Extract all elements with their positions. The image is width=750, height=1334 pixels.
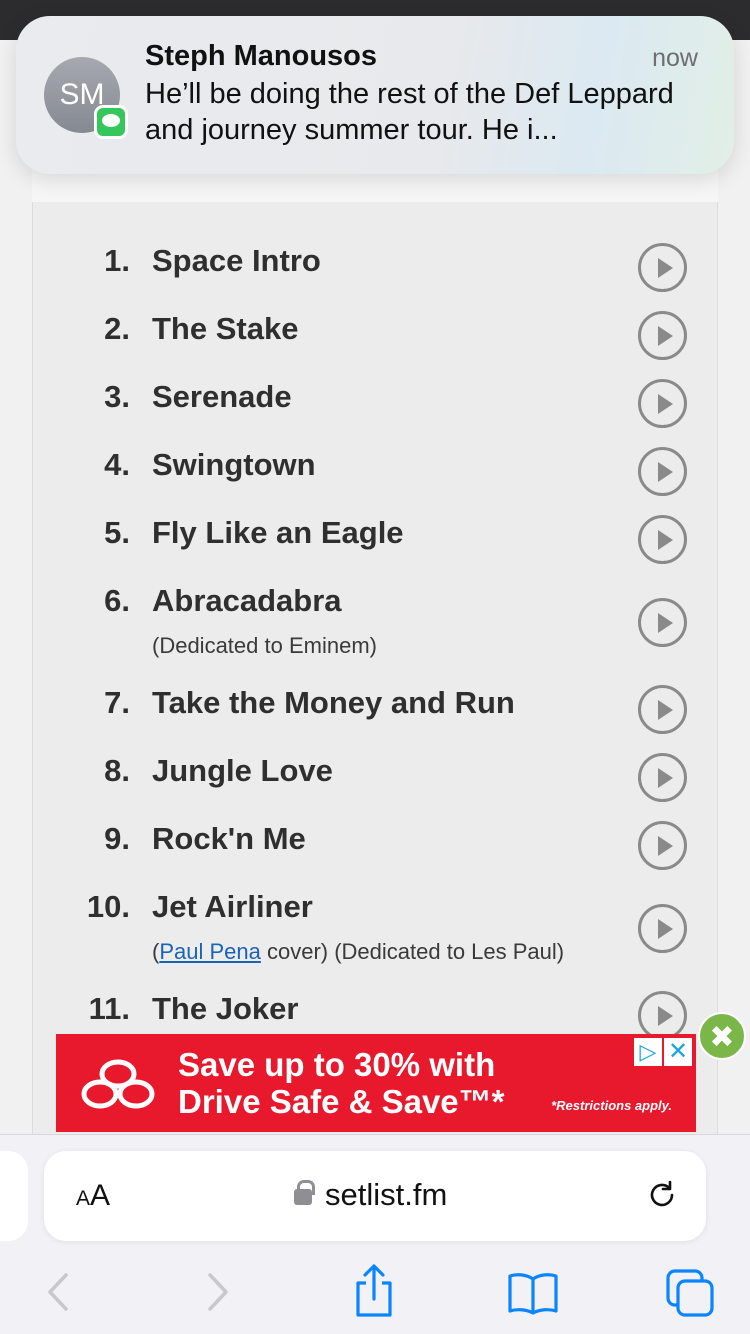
song-title[interactable]: Abracadabra [152,583,342,619]
ad-headline: Save up to 30% with Drive Safe & Save™* [178,1046,505,1120]
song-title[interactable]: The Joker [152,991,298,1027]
ad-line-2: Drive Safe & Save™* [178,1083,505,1120]
song-number: 5. [104,515,130,550]
song-row: 5. Fly Like an Eagle [0,515,750,575]
play-button[interactable] [638,904,687,953]
bookmarks-icon[interactable] [506,1271,560,1315]
messages-app-icon [94,105,128,139]
play-button[interactable] [638,991,687,1040]
ad-line-1: Save up to 30% with [178,1046,496,1083]
song-row: 7. Take the Money and Run [0,685,750,745]
play-button[interactable] [638,447,687,496]
song-title[interactable]: Take the Money and Run [152,685,515,721]
play-button[interactable] [638,685,687,734]
song-row: 3. Serenade [0,379,750,439]
play-button[interactable] [638,515,687,564]
song-row: 9. Rock'n Me [0,821,750,881]
reload-icon[interactable] [646,1179,678,1211]
song-row: 10. Jet Airliner (Paul Pena cover) (Dedi… [0,889,750,969]
song-number: 8. [104,753,130,788]
state-farm-logo [81,1059,155,1109]
play-button[interactable] [638,243,687,292]
ad-banner[interactable]: Save up to 30% with Drive Safe & Save™* … [56,1034,696,1132]
address-bar[interactable]: AA setlist.fm [44,1151,706,1241]
lock-icon [294,1180,315,1205]
song-row: 2. The Stake [0,311,750,371]
ad-report-icon[interactable]: ✕ [664,1038,692,1066]
song-number: 9. [104,821,130,856]
share-icon[interactable] [352,1263,396,1319]
song-title[interactable]: Rock'n Me [152,821,306,857]
notification-body: He’ll be doing the rest of the Def Leppa… [145,78,674,146]
ad-disclaimer: *Restrictions apply. [551,1098,672,1113]
text-size-small-a: A [76,1187,91,1210]
song-row: 8. Jungle Love [0,753,750,813]
play-button[interactable] [638,379,687,428]
url-text[interactable]: setlist.fm [325,1177,447,1213]
song-number: 1. [104,243,130,278]
song-number: 4. [104,447,130,482]
ad-close-button[interactable]: ✖ [698,1012,746,1060]
song-number: 2. [104,311,130,346]
song-number: 3. [104,379,130,414]
song-number: 11. [88,991,130,1026]
tabs-icon[interactable] [664,1267,716,1319]
song-note: (Dedicated to Eminem) [152,633,377,658]
text-size-large-a: A [90,1179,111,1212]
song-title[interactable]: Swingtown [152,447,316,483]
previous-tab-preview[interactable] [0,1151,28,1241]
notification-time: now [652,44,698,72]
song-note: (Paul Pena cover) (Dedicated to Les Paul… [152,939,564,965]
song-title[interactable]: Serenade [152,379,292,415]
message-notification[interactable]: SM Steph Manousos now He’ll be doing the… [16,16,734,174]
song-number: 10. [86,889,130,924]
song-row: 4. Swingtown [0,447,750,507]
original-artist-link[interactable]: Paul Pena [159,939,261,964]
song-title[interactable]: Jungle Love [152,753,333,789]
song-title[interactable]: Jet Airliner [152,889,313,925]
song-title[interactable]: Fly Like an Eagle [152,515,404,551]
back-icon[interactable] [38,1269,78,1315]
browser-bottom-bar: AA setlist.fm [0,1134,750,1334]
song-number: 7. [104,685,130,720]
play-button[interactable] [638,311,687,360]
song-title[interactable]: Space Intro [152,243,321,279]
play-button[interactable] [638,598,687,647]
song-row: 1. Space Intro [0,243,750,303]
forward-icon[interactable] [198,1269,238,1315]
play-button[interactable] [638,753,687,802]
note-suffix: cover) (Dedicated to Les Paul) [260,939,565,964]
song-row: 6. Abracadabra (Dedicated to Eminem) [0,583,750,663]
ad-choices-icon[interactable]: ▷ [634,1038,662,1066]
song-number: 6. [104,583,130,618]
notification-sender: Steph Manousos [145,40,378,72]
text-size-button[interactable]: AA [76,1179,110,1213]
song-title[interactable]: The Stake [152,311,298,347]
play-button[interactable] [638,821,687,870]
